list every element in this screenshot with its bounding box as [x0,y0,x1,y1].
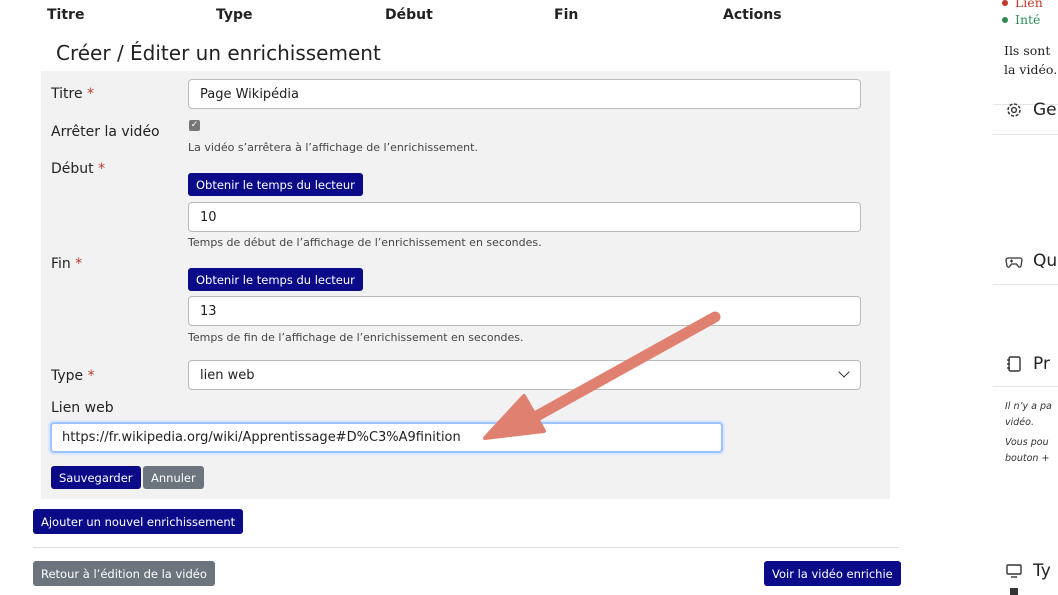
divider [33,547,899,548]
col-header-titre: Titre [47,7,85,23]
notebook-icon [1007,356,1021,372]
sidebar-text-2: la vidéo. [1004,62,1058,77]
cancel-button[interactable]: Annuler [143,466,204,489]
chevron-down-icon [838,366,850,378]
sidebar-bullet-integre: Inté [1002,12,1040,27]
type-label: Type * [51,368,95,384]
titre-input[interactable]: Page Wikipédia [188,79,861,109]
sidebar-section-type[interactable]: Ty [1005,561,1051,581]
col-header-type: Type [216,7,253,23]
view-enriched-video-button[interactable]: Voir la vidéo enrichie [764,561,901,586]
stop-video-help: La vidéo s’arrêtera à l’affichage de l’e… [188,141,478,154]
monitor-icon [1006,564,1022,578]
sidebar-note-1: Il n’y a pa [1005,401,1052,412]
sidebar-item-marker [1010,588,1018,595]
form-heading: Créer / Éditer un enrichissement [56,41,381,65]
right-sidebar: Lien Inté Ils sont la vidéo. Ge Qu Pr Il… [993,0,1058,595]
sidebar-text-1: Ils sont [1004,43,1051,58]
sidebar-note-3: Vous pou [1005,437,1049,448]
back-to-edit-button[interactable]: Retour à l’édition de la vidéo [33,561,215,586]
sidebar-section-general[interactable]: Ge [1005,100,1057,120]
sidebar-divider [993,386,1058,387]
sidebar-bullet-lien: Lien [1002,0,1043,10]
annotation-arrow [483,311,721,440]
stop-video-checkbox[interactable]: ✓ [189,120,200,131]
col-header-actions: Actions [723,7,782,23]
gear-icon [1007,103,1021,117]
sidebar-section-quiz[interactable]: Qu [1005,251,1057,271]
col-header-debut: Début [385,7,433,23]
add-enrichment-button[interactable]: Ajouter un nouvel enrichissement [33,509,244,534]
sidebar-note-2: vidéo. [1005,417,1034,428]
sidebar-section-notes[interactable]: Pr [1005,354,1050,374]
type-select-value: lien web [200,367,255,383]
col-header-fin: Fin [554,7,579,23]
weblink-label: Lien web [51,400,114,416]
save-button[interactable]: Sauvegarder [51,466,141,489]
fin-label: Fin * [51,256,83,272]
fin-get-time-button[interactable]: Obtenir le temps du lecteur [188,268,363,291]
gamepad-icon [1005,257,1023,268]
titre-label: Titre * [51,86,95,102]
sidebar-divider [993,284,1058,285]
debut-label: Début * [51,161,106,177]
debut-input[interactable]: 10 [188,202,861,232]
stop-video-label: Arrêter la vidéo [51,124,160,140]
sidebar-note-4: bouton + [1005,453,1050,464]
debut-help: Temps de début de l’affichage de l’enric… [188,236,542,249]
sidebar-divider [993,134,1058,135]
debut-get-time-button[interactable]: Obtenir le temps du lecteur [188,173,363,196]
